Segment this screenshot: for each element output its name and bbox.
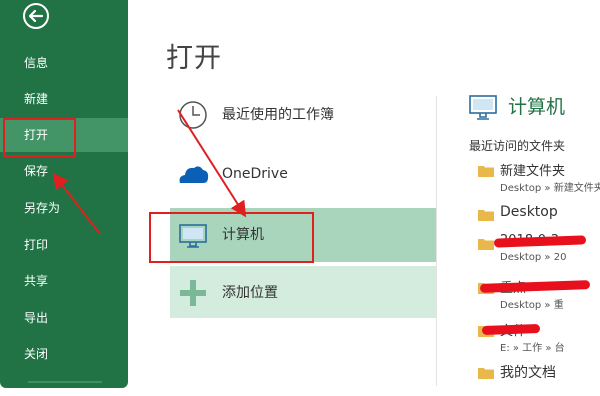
folder-path: Desktop » 重 [500, 300, 564, 311]
place-label: 添加位置 [222, 285, 278, 301]
folder-icon [478, 210, 494, 221]
panel-divider [436, 96, 437, 386]
place-label: 最近使用的工作簿 [222, 107, 334, 123]
folder-path: Desktop » 20 [500, 252, 567, 263]
recent-folder[interactable]: 我的文档 [478, 362, 600, 386]
back-arrow-icon[interactable] [22, 2, 50, 30]
place-onedrive[interactable]: OneDrive [170, 147, 436, 201]
sidebar-divider [28, 381, 102, 383]
clock-icon [179, 101, 207, 129]
folder-name: 新建文件夹 [500, 164, 566, 179]
backstage-sidebar: 信息 新建 打开 保存 另存为 打印 共享 导出 关闭 [0, 0, 128, 388]
nav-item-save-as[interactable]: 另存为 [0, 191, 128, 225]
recent-folder[interactable]: Desktop [478, 204, 600, 228]
folder-name: Desktop [500, 204, 558, 220]
nav-item-share[interactable]: 共享 [0, 264, 128, 298]
page-title: 打开 [166, 43, 222, 74]
folder-path: Desktop » 新建文件夹 [500, 183, 600, 194]
folder-icon [478, 368, 494, 379]
nav-item-close[interactable]: 关闭 [0, 337, 128, 371]
cloud-icon [179, 166, 209, 183]
place-add-location[interactable]: 添加位置 [170, 266, 436, 318]
computer-icon [469, 95, 497, 120]
recent-folder[interactable]: 新建文件夹 Desktop » 新建文件夹 [478, 160, 600, 194]
annotation-box-computer [149, 212, 314, 263]
annotation-box-open [3, 118, 76, 157]
place-recent-workbooks[interactable]: 最近使用的工作簿 [170, 88, 436, 142]
nav-item-new[interactable]: 新建 [0, 82, 128, 116]
nav-item-info[interactable]: 信息 [0, 46, 128, 80]
folder-icon [478, 239, 494, 250]
right-panel-title: 计算机 [508, 96, 566, 118]
folder-name: 我的文档 [500, 365, 556, 381]
folder-icon [478, 166, 494, 177]
place-label: OneDrive [222, 166, 288, 182]
recent-folders-label: 最近访问的文件夹 [469, 139, 566, 153]
nav-item-save[interactable]: 保存 [0, 154, 128, 188]
plus-icon [180, 280, 206, 306]
folder-path: E: » 工作 » 台 [500, 343, 565, 354]
nav-item-print[interactable]: 打印 [0, 228, 128, 262]
nav-item-export[interactable]: 导出 [0, 301, 128, 335]
